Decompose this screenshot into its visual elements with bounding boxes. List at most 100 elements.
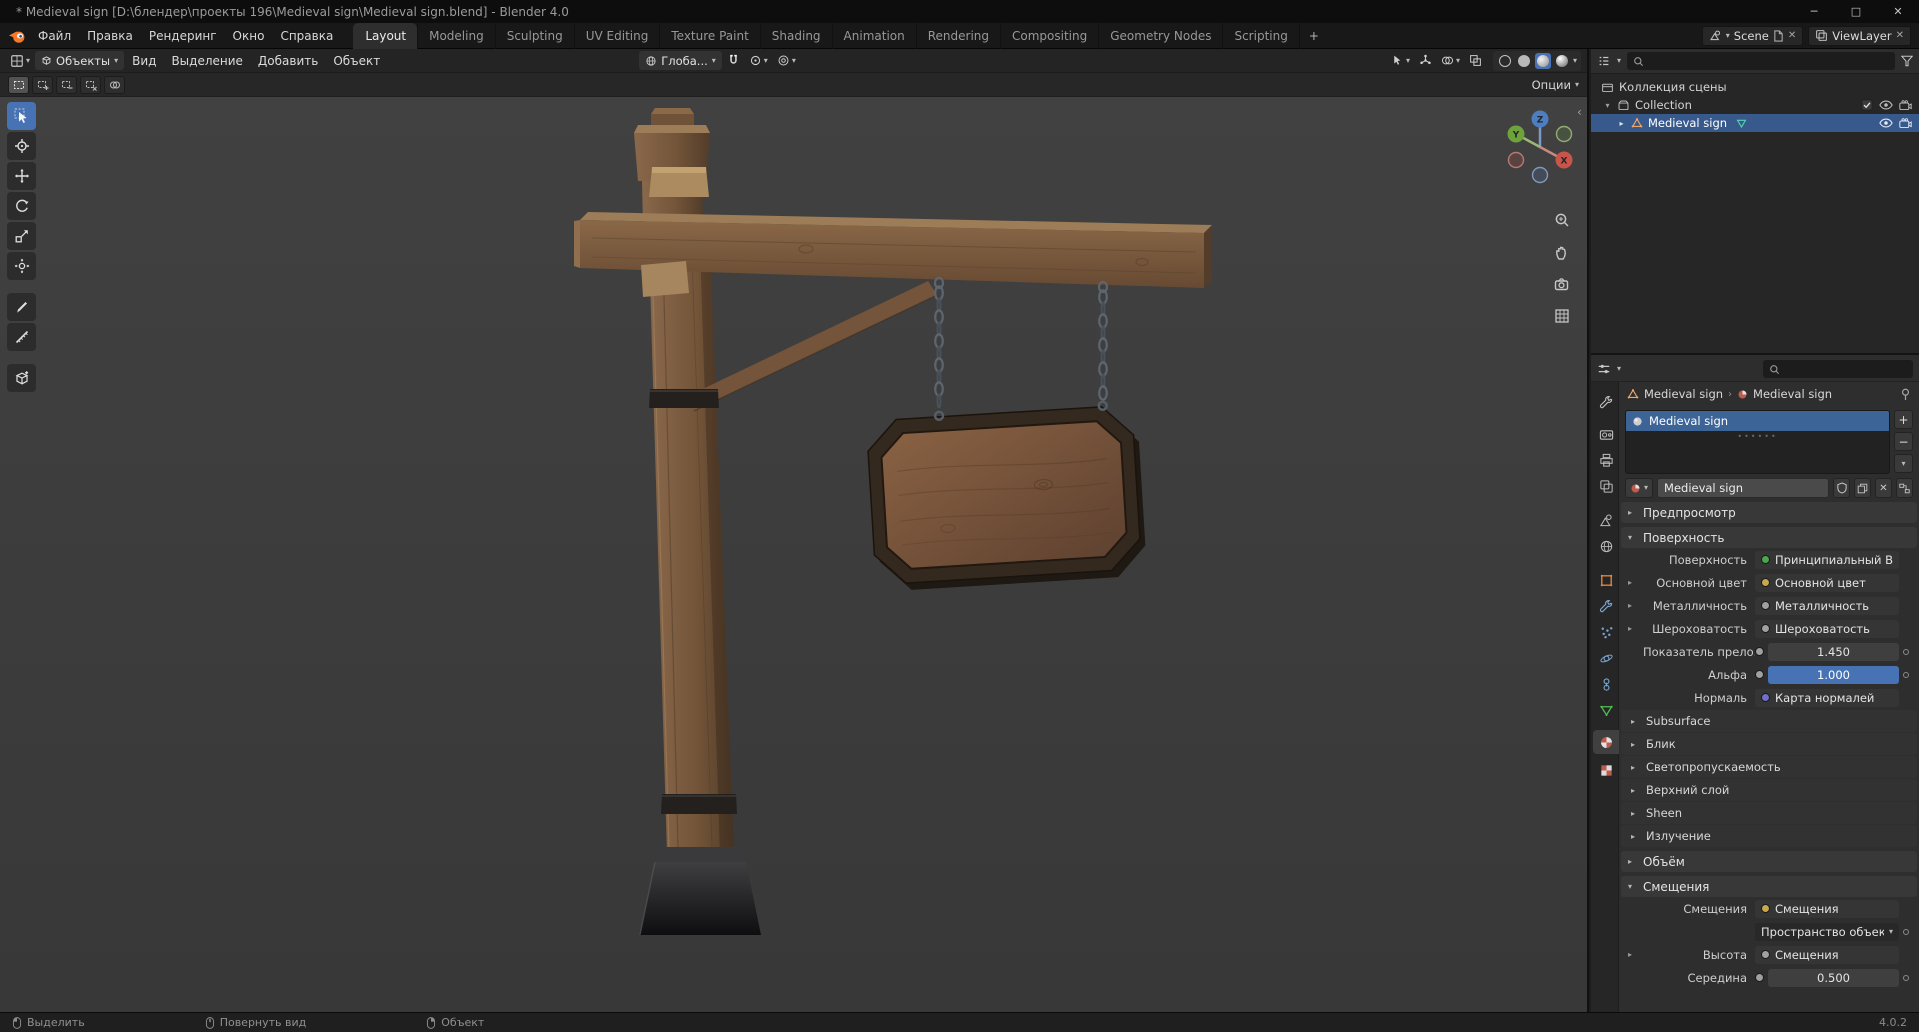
zoom-icon[interactable] (1551, 209, 1573, 231)
tab-modifiers[interactable] (1593, 594, 1619, 618)
outliner-row-scene-collection[interactable]: Коллекция сцены (1591, 78, 1919, 96)
shading-solid-button[interactable] (1516, 53, 1532, 69)
roughness-input-button[interactable]: Шероховатость (1755, 619, 1899, 638)
tool-cursor[interactable] (7, 132, 36, 160)
show-gizmo-toggle[interactable] (1415, 51, 1436, 70)
expand-arrow-icon[interactable]: ▾ (1603, 101, 1612, 110)
tab-scene[interactable] (1593, 508, 1619, 532)
height-input-button[interactable]: Смещения (1755, 945, 1899, 964)
tool-options-dropdown[interactable]: Опции ▾ (1532, 78, 1579, 92)
unlink-scene-icon[interactable]: ✕ (1788, 30, 1796, 41)
expand-arrow-icon[interactable]: ▸ (1617, 119, 1626, 128)
medieval-sign-3d-model[interactable] (0, 97, 1587, 1012)
maximize-button[interactable]: □ (1835, 0, 1877, 23)
decorator-dot[interactable] (1899, 974, 1913, 981)
toggle-perspective-grid-icon[interactable] (1551, 305, 1573, 327)
close-button[interactable]: ✕ (1877, 0, 1919, 23)
editor-type-selector[interactable]: ▾ (6, 51, 34, 70)
tool-transform[interactable] (7, 252, 36, 280)
select-mode-extend[interactable] (32, 75, 53, 94)
viewport-menu-select[interactable]: Выделение (164, 49, 249, 73)
subpanel-coat[interactable]: ▸ Верхний слой (1621, 779, 1917, 801)
subpanel-specular[interactable]: ▸ Блик (1621, 733, 1917, 755)
minimize-button[interactable]: ─ (1793, 0, 1835, 23)
subpanel-sheen[interactable]: ▸ Sheen (1621, 802, 1917, 824)
tool-measure[interactable] (7, 323, 36, 351)
pan-hand-icon[interactable] (1551, 241, 1573, 263)
add-workspace-button[interactable]: + (1298, 22, 1328, 49)
workspace-tab-scripting[interactable]: Scripting (1222, 22, 1298, 49)
region-collapse-arrow[interactable]: ‹ (1577, 105, 1582, 119)
outliner-editor-icon[interactable] (1597, 54, 1611, 68)
select-mode-subtract[interactable] (56, 75, 77, 94)
tab-material[interactable] (1593, 730, 1619, 754)
tab-tool[interactable] (1593, 390, 1619, 414)
workspace-tab-layout[interactable]: Layout (353, 22, 418, 49)
tool-select-box[interactable] (7, 102, 36, 130)
snap-toggle[interactable] (723, 51, 744, 70)
hide-eye-icon[interactable] (1879, 118, 1893, 128)
viewport-menu-object[interactable]: Объект (326, 49, 387, 73)
outliner-search[interactable] (1627, 52, 1895, 70)
tab-output[interactable] (1593, 448, 1619, 472)
expand-arrow-icon[interactable]: ▸ (1628, 578, 1632, 587)
remove-slot-button[interactable]: − (1894, 432, 1913, 451)
material-slot-list[interactable]: Medieval sign •••••• (1625, 410, 1890, 474)
tab-particles[interactable] (1593, 620, 1619, 644)
alpha-slider[interactable]: 1.000 (1768, 665, 1899, 684)
disable-render-camera-icon[interactable] (1899, 99, 1912, 111)
workspace-tab-sculpting[interactable]: Sculpting (494, 22, 574, 49)
tool-annotate[interactable] (7, 293, 36, 321)
panel-preview-header[interactable]: ▸ Предпросмотр (1621, 502, 1917, 523)
normal-input-button[interactable]: Карта нормалей (1755, 688, 1899, 707)
menu-file[interactable]: Файл (30, 23, 79, 49)
subpanel-subsurface[interactable]: ▸ Subsurface (1621, 710, 1917, 732)
tab-physics[interactable] (1593, 646, 1619, 670)
slot-list-grip[interactable]: •••••• (1626, 431, 1889, 441)
browse-material-button[interactable]: ▾ (1625, 478, 1654, 498)
fake-user-shield-icon[interactable] (1833, 478, 1850, 498)
decorator-dot[interactable] (1899, 648, 1913, 655)
workspace-tab-animation[interactable]: Animation (831, 22, 916, 49)
tab-world[interactable] (1593, 534, 1619, 558)
properties-editor-icon[interactable] (1597, 362, 1611, 376)
tab-object[interactable] (1593, 568, 1619, 592)
add-slot-button[interactable]: + (1894, 410, 1913, 429)
tool-rotate[interactable] (7, 192, 36, 220)
workspace-tab-modeling[interactable]: Modeling (417, 22, 495, 49)
workspace-tab-compositing[interactable]: Compositing (1000, 22, 1098, 49)
view-navigation-gizmo[interactable]: Z X Y (1494, 101, 1586, 193)
outliner-search-input[interactable] (1648, 54, 1889, 68)
xray-toggle[interactable] (1465, 51, 1486, 70)
select-mode-invert[interactable] (80, 75, 101, 94)
displacement-space-dropdown[interactable]: Пространство объекта ▾ (1755, 922, 1899, 941)
slot-specials-menu[interactable]: ▾ (1894, 454, 1913, 473)
displacement-input-button[interactable]: Смещения (1755, 899, 1899, 918)
unlink-material-icon[interactable]: ✕ (1875, 478, 1892, 498)
breadcrumb-material[interactable]: Medieval sign (1753, 387, 1832, 401)
blender-logo-icon[interactable] (8, 28, 26, 44)
subpanel-emission[interactable]: ▸ Излучение (1621, 825, 1917, 847)
workspace-tab-geometry-nodes[interactable]: Geometry Nodes (1098, 22, 1222, 49)
tab-texture[interactable] (1593, 758, 1619, 782)
subpanel-transmission[interactable]: ▸ Светопропускаемость (1621, 756, 1917, 778)
mode-selector[interactable]: Объекты ▾ (35, 51, 125, 70)
proportional-editing-toggle[interactable]: ▾ (773, 51, 800, 70)
chevron-down-icon[interactable]: ▾ (1617, 57, 1621, 65)
base-color-input-button[interactable]: Основной цвет (1755, 573, 1899, 592)
expand-arrow-icon[interactable]: ▸ (1628, 601, 1632, 610)
panel-volume-header[interactable]: ▸ Объём (1621, 851, 1917, 872)
panel-surface-header[interactable]: ▾ Поверхность (1621, 527, 1917, 548)
decorator-dot[interactable] (1899, 671, 1913, 678)
new-scene-icon[interactable] (1773, 29, 1784, 42)
tab-object-data[interactable] (1593, 698, 1619, 722)
camera-view-icon[interactable] (1551, 273, 1573, 295)
pin-icon[interactable] (1900, 388, 1911, 401)
transform-orientation-selector[interactable]: Глоба... ▾ (639, 51, 722, 70)
menu-help[interactable]: Справка (272, 23, 341, 49)
shading-rendered-button[interactable] (1554, 53, 1570, 69)
shading-material-preview-button[interactable] (1534, 52, 1551, 69)
workspace-tab-uv-editing[interactable]: UV Editing (573, 22, 660, 49)
select-mode-new[interactable] (8, 75, 29, 94)
decorator-dot[interactable] (1899, 928, 1913, 935)
